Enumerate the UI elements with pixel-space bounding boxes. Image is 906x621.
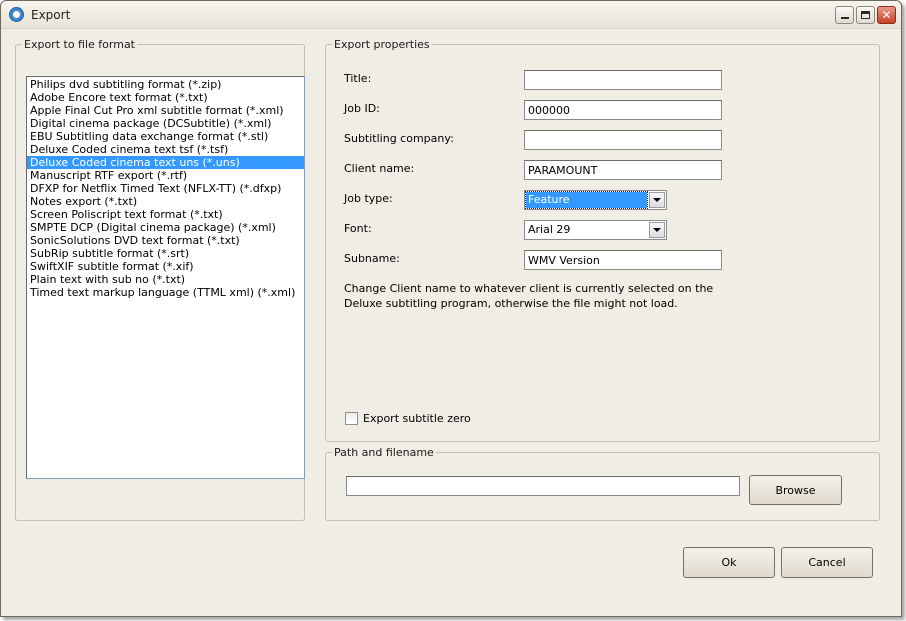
job-type-value: Feature	[525, 191, 648, 209]
close-button[interactable]: ✕	[877, 6, 896, 24]
format-list-item[interactable]: Manuscript RTF export (*.rtf)	[27, 169, 304, 182]
format-list-item[interactable]: Deluxe Coded cinema text uns (*.uns)	[27, 156, 304, 169]
chevron-down-icon	[653, 198, 661, 202]
job-id-field[interactable]	[524, 100, 722, 120]
export-subtitle-zero-label[interactable]: Export subtitle zero	[363, 412, 471, 425]
title-field[interactable]	[524, 70, 722, 90]
job-type-dropdown-button[interactable]	[649, 192, 665, 208]
font-label: Font:	[344, 222, 372, 235]
format-list-item[interactable]: SMPTE DCP (Digital cinema package) (*.xm…	[27, 221, 304, 234]
format-list-item[interactable]: DFXP for Netflix Timed Text (NFLX-TT) (*…	[27, 182, 304, 195]
minimize-button[interactable]	[835, 6, 854, 24]
subname-label: Subname:	[344, 252, 400, 265]
job-type-select[interactable]: Feature	[524, 190, 667, 210]
format-list-item[interactable]: Apple Final Cut Pro xml subtitle format …	[27, 104, 304, 117]
export-dialog: Export ✕ Export to file format Philips d…	[0, 0, 902, 617]
ok-button[interactable]: Ok	[683, 547, 775, 578]
title-bar[interactable]: Export ✕	[1, 1, 901, 29]
format-listbox[interactable]: Philips dvd subtitling format (*.zip) Ado…	[26, 76, 305, 479]
format-list-item[interactable]: Plain text with sub no (*.txt)	[27, 273, 304, 286]
format-list-item[interactable]: Digital cinema package (DCSubtitle) (*.x…	[27, 117, 304, 130]
format-list-item[interactable]: Adobe Encore text format (*.txt)	[27, 91, 304, 104]
format-list-item[interactable]: Philips dvd subtitling format (*.zip)	[27, 78, 304, 91]
format-list-item[interactable]: SonicSolutions DVD text format (*.txt)	[27, 234, 304, 247]
format-list-item[interactable]: Deluxe Coded cinema text tsf (*.tsf)	[27, 143, 304, 156]
subname-field[interactable]	[524, 250, 722, 270]
close-icon: ✕	[881, 8, 892, 22]
path-group: Path and filename Browse	[325, 446, 880, 521]
format-list-item[interactable]: Screen Poliscript text format (*.txt)	[27, 208, 304, 221]
format-list-item[interactable]: EBU Subtitling data exchange format (*.s…	[27, 130, 304, 143]
title-label: Title:	[344, 72, 372, 85]
font-value: Arial 29	[528, 223, 571, 236]
format-group: Export to file format Philips dvd subtit…	[15, 38, 305, 521]
client-name-note: Change Client name to whatever client is…	[344, 282, 714, 310]
path-group-legend: Path and filename	[334, 446, 434, 459]
format-list-item[interactable]: Notes export (*.txt)	[27, 195, 304, 208]
format-list-item[interactable]: Timed text markup language (TTML xml) (*…	[27, 286, 304, 299]
job-id-label: Job ID:	[344, 102, 380, 115]
app-icon	[9, 7, 24, 22]
path-field[interactable]	[346, 476, 740, 496]
format-list-item[interactable]: SwiftXIF subtitle format (*.xif)	[27, 260, 304, 273]
minimize-icon	[840, 17, 849, 19]
format-list-item[interactable]: SubRip subtitle format (*.srt)	[27, 247, 304, 260]
browse-button[interactable]: Browse	[749, 475, 842, 505]
properties-group: Export properties Title: Job ID: Subtitl…	[325, 38, 880, 442]
client-name-label: Client name:	[344, 162, 415, 175]
maximize-icon	[861, 11, 870, 19]
job-type-label: Job type:	[344, 192, 393, 205]
font-select[interactable]: Arial 29	[524, 220, 667, 240]
window-title: Export	[31, 8, 71, 22]
format-group-legend: Export to file format	[24, 38, 135, 51]
subtitling-company-label: Subtitling company:	[344, 132, 454, 145]
cancel-button[interactable]: Cancel	[781, 547, 873, 578]
chevron-down-icon	[653, 228, 661, 232]
properties-group-legend: Export properties	[334, 38, 430, 51]
export-subtitle-zero-checkbox[interactable]	[345, 412, 358, 425]
client-name-field[interactable]	[524, 160, 722, 180]
font-dropdown-button[interactable]	[649, 222, 665, 238]
maximize-button[interactable]	[856, 6, 875, 24]
subtitling-company-field[interactable]	[524, 130, 722, 150]
